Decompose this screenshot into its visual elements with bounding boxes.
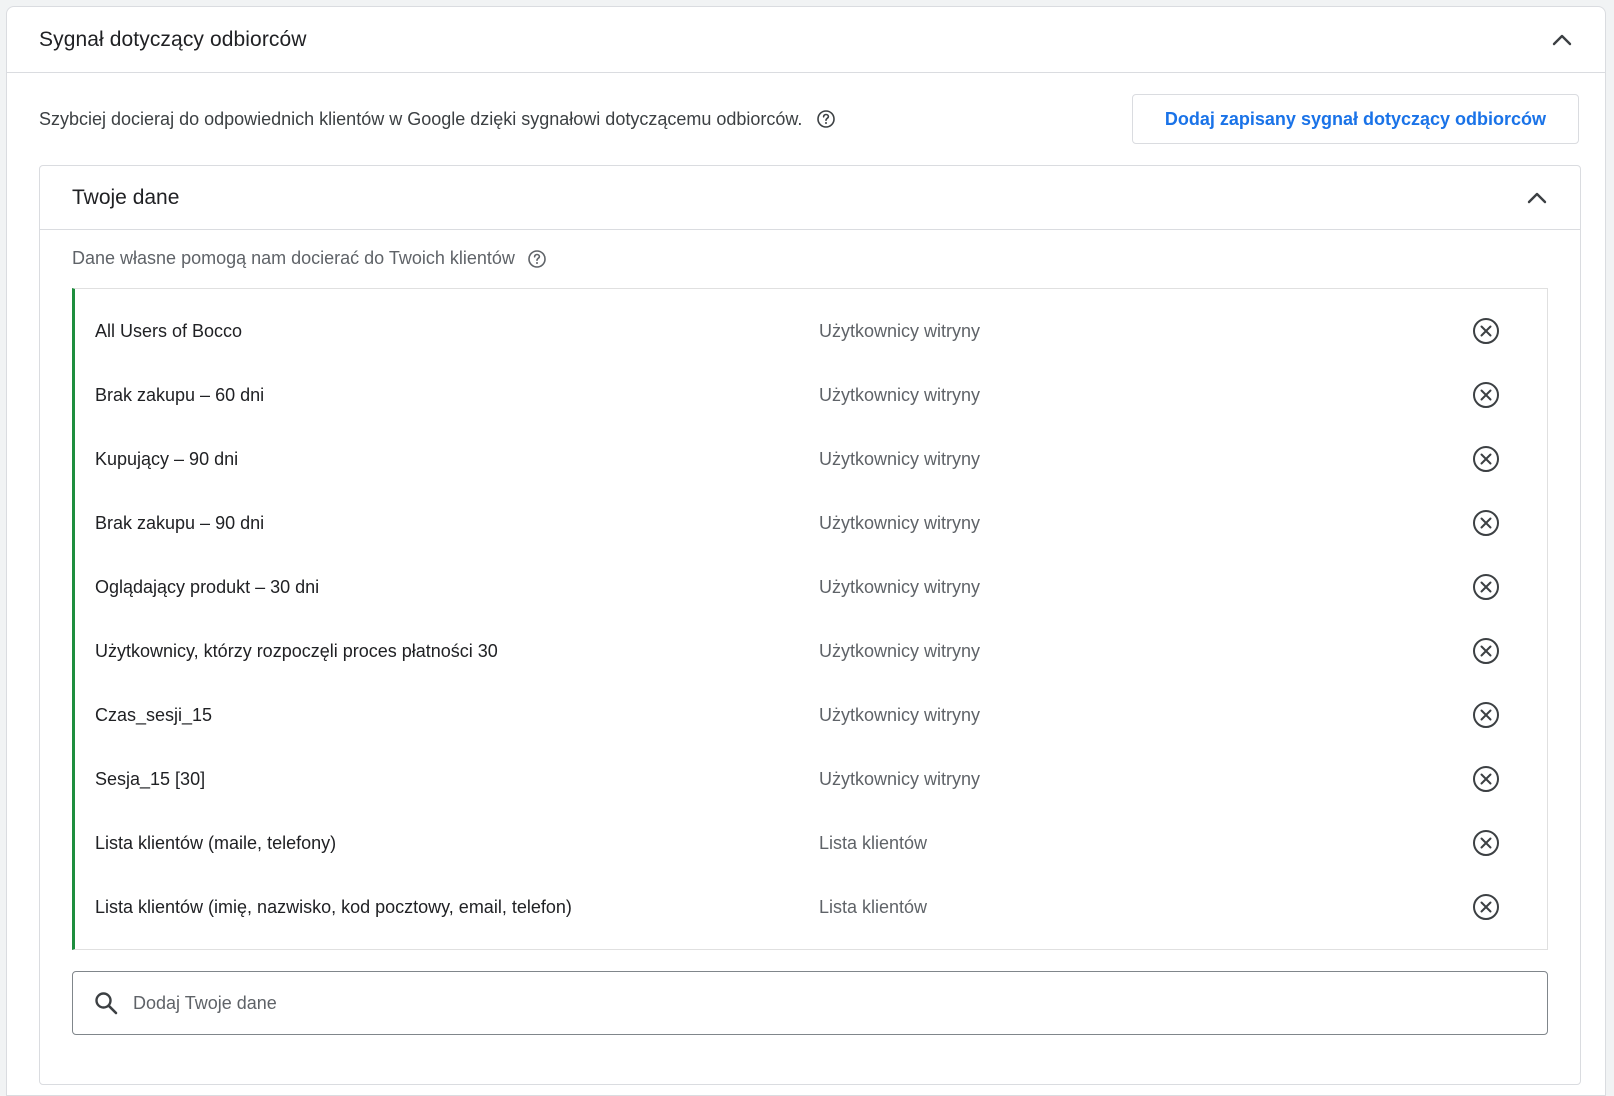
- list-item: Brak zakupu – 90 dni Użytkownicy witryny: [75, 491, 1547, 555]
- list-item-type: Lista klientów: [819, 896, 928, 917]
- list-item: All Users of Bocco Użytkownicy witryny: [75, 299, 1547, 363]
- list-item-name: Kupujący – 90 dni: [95, 448, 239, 469]
- audience-signal-header[interactable]: Sygnał dotyczący odbiorców: [7, 7, 1605, 73]
- list-item: Lista klientów (imię, nazwisko, kod pocz…: [75, 875, 1547, 939]
- search-input[interactable]: [131, 991, 1511, 1015]
- intro-text: Szybciej docieraj do odpowiednich klient…: [39, 108, 803, 129]
- list-item: Użytkownicy, którzy rozpoczęli proces pł…: [75, 619, 1547, 683]
- list-item-name: Brak zakupu – 90 dni: [95, 512, 265, 533]
- list-item-name: Użytkownicy, którzy rozpoczęli proces pł…: [95, 640, 498, 661]
- list-item: Kupujący – 90 dni Użytkownicy witryny: [75, 427, 1547, 491]
- help-circle-icon[interactable]: [527, 249, 547, 269]
- close-circle-icon[interactable]: [1471, 764, 1501, 794]
- close-circle-icon[interactable]: [1471, 572, 1501, 602]
- search-icon: [93, 990, 119, 1016]
- list-item: Sesja_15 [30] Użytkownicy witryny: [75, 747, 1547, 811]
- audience-signal-card: Sygnał dotyczący odbiorców Szybciej doci…: [6, 6, 1606, 1096]
- list-item-name: Czas_sesji_15: [95, 704, 213, 725]
- list-item-type: Użytkownicy witryny: [819, 704, 981, 725]
- list-item-type: Użytkownicy witryny: [819, 512, 981, 533]
- close-circle-icon[interactable]: [1471, 316, 1501, 346]
- list-item-type: Użytkownicy witryny: [819, 384, 981, 405]
- list-item-name: Lista klientów (maile, telefony): [95, 832, 337, 853]
- search-field[interactable]: [72, 971, 1548, 1035]
- audience-signal-title: Sygnał dotyczący odbiorców: [39, 27, 307, 51]
- intro-text-wrap: Szybciej docieraj do odpowiednich klient…: [39, 109, 836, 130]
- chevron-up-icon[interactable]: [1549, 27, 1575, 53]
- close-circle-icon[interactable]: [1471, 444, 1501, 474]
- close-circle-icon[interactable]: [1471, 892, 1501, 922]
- your-data-header[interactable]: Twoje dane: [40, 166, 1580, 230]
- list-item: Brak zakupu – 60 dni Użytkownicy witryny: [75, 363, 1547, 427]
- list-item-name: Oglądający produkt – 30 dni: [95, 576, 320, 597]
- list-item-name: Brak zakupu – 60 dni: [95, 384, 265, 405]
- your-data-title: Twoje dane: [72, 185, 180, 209]
- close-circle-icon[interactable]: [1471, 700, 1501, 730]
- list-item: Czas_sesji_15 Użytkownicy witryny: [75, 683, 1547, 747]
- intro-row: Szybciej docieraj do odpowiednich klient…: [39, 93, 1579, 145]
- close-circle-icon[interactable]: [1471, 380, 1501, 410]
- your-data-list: All Users of Bocco Użytkownicy witryny B…: [72, 288, 1548, 950]
- list-item: Oglądający produkt – 30 dni Użytkownicy …: [75, 555, 1547, 619]
- list-item-type: Użytkownicy witryny: [819, 576, 981, 597]
- list-item-type: Użytkownicy witryny: [819, 768, 981, 789]
- close-circle-icon[interactable]: [1471, 636, 1501, 666]
- list-item-type: Użytkownicy witryny: [819, 320, 981, 341]
- list-item-type: Lista klientów: [819, 832, 928, 853]
- your-data-subtitle: Dane własne pomogą nam docierać do Twoic…: [72, 248, 515, 268]
- close-circle-icon[interactable]: [1471, 828, 1501, 858]
- list-item-type: Użytkownicy witryny: [819, 448, 981, 469]
- list-item-name: All Users of Bocco: [95, 320, 243, 341]
- list-item-type: Użytkownicy witryny: [819, 640, 981, 661]
- add-saved-signal-button[interactable]: Dodaj zapisany sygnał dotyczący odbiorcó…: [1131, 94, 1579, 144]
- list-item-name: Lista klientów (imię, nazwisko, kod pocz…: [95, 896, 572, 917]
- list-item-name: Sesja_15 [30]: [95, 768, 206, 789]
- help-circle-icon[interactable]: [816, 109, 836, 129]
- your-data-subtitle-row: Dane własne pomogą nam docierać do Twoic…: [72, 248, 547, 269]
- close-circle-icon[interactable]: [1471, 508, 1501, 538]
- chevron-up-icon[interactable]: [1524, 185, 1550, 211]
- list-item: Lista klientów (maile, telefony) Lista k…: [75, 811, 1547, 875]
- your-data-card: Twoje dane Dane własne pomogą nam docier…: [39, 165, 1581, 1085]
